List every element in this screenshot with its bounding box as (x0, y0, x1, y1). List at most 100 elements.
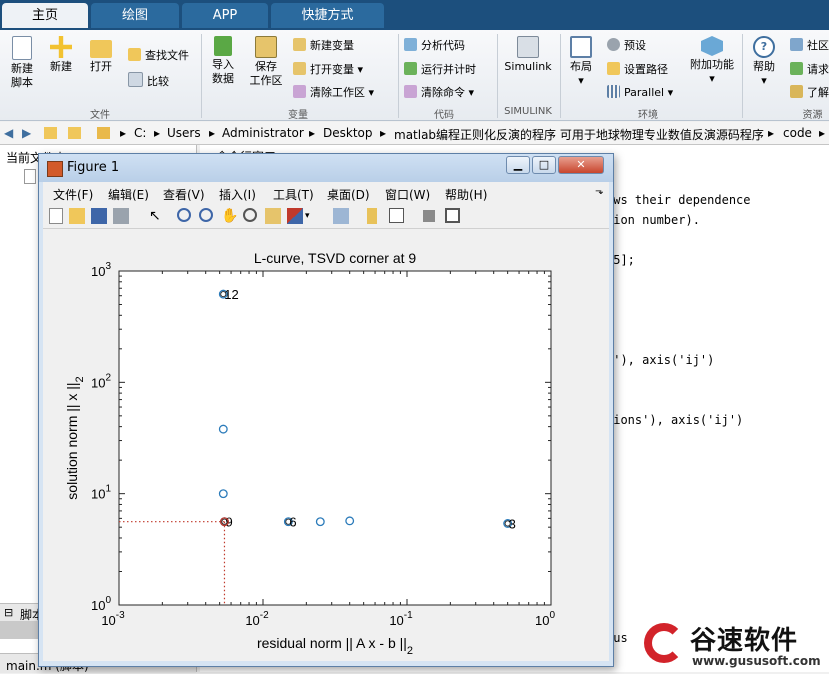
current-folder-address-bar[interactable]: ◀ ▶ ▸ C: ▸ Users ▸ Administrator ▸ Deskt… (0, 122, 829, 145)
community-link[interactable]: 社区 (790, 38, 829, 53)
up-folder-icon[interactable] (44, 127, 57, 139)
analyze-code-label: 分析代码 (421, 39, 465, 52)
open-variable-button[interactable]: 打开变量 ▾ (293, 62, 363, 77)
open-file-icon[interactable] (69, 208, 85, 224)
link-plot-icon[interactable] (333, 208, 349, 224)
breadcrumb-chevron-icon: ▸ (154, 126, 161, 140)
analyze-code-button[interactable]: 分析代码 (404, 38, 465, 53)
y-axis-label: solution norm || x ||2 (64, 376, 86, 499)
parallel-button[interactable]: Parallel ▾ (607, 85, 673, 100)
community-icon (790, 38, 803, 51)
run-time-label: 运行并计时 (421, 63, 476, 76)
set-path-button[interactable]: 设置路径 (607, 62, 668, 77)
breadcrumb-segment[interactable]: Users (167, 126, 201, 140)
ribbon-tab-bar: 主页 绘图 APP 快捷方式 (0, 0, 829, 30)
new-script-label: 新建 脚本 (11, 62, 33, 89)
clear-commands-button[interactable]: 清除命令 ▾ (404, 85, 474, 100)
help-button[interactable]: ? 帮助 ▾ (748, 36, 780, 88)
collapse-icon[interactable]: ⊟ (4, 606, 13, 619)
back-arrow-icon[interactable]: ◀ (4, 126, 13, 140)
data-cursor-icon[interactable] (265, 208, 281, 224)
new-figure-icon[interactable] (49, 208, 63, 224)
request-link[interactable]: 请求 (790, 62, 829, 77)
open-label: 打开 (90, 60, 112, 73)
brush-dropdown-icon[interactable]: ▾ (305, 208, 321, 224)
y-tick-label: 102 (91, 372, 111, 390)
x-tick-label: 100 (535, 610, 555, 628)
tab-plots[interactable]: 绘图 (91, 3, 179, 28)
addons-button[interactable]: 附加功能 ▾ (688, 36, 736, 86)
breadcrumb-segment[interactable]: code (783, 126, 812, 140)
data-point-label: 3 (509, 516, 516, 531)
simulink-button[interactable]: Simulink (502, 36, 554, 74)
plot-axes[interactable] (118, 270, 552, 606)
colorbar-icon[interactable] (367, 208, 377, 224)
menu-window[interactable]: 窗口(W) (385, 186, 430, 203)
menu-file[interactable]: 文件(F) (53, 186, 93, 203)
preferences-label: 预设 (624, 39, 646, 52)
y-tick-label: 103 (91, 261, 111, 279)
import-data-label: 导入 数据 (212, 58, 234, 85)
command-output-line: s'), axis('ij') (606, 353, 715, 367)
figure-toolbar: ↖ ✋ ▾ (43, 204, 609, 229)
matlab-figure-icon (47, 161, 63, 177)
preferences-button[interactable]: 预设 (607, 38, 646, 53)
new-label: 新建 (50, 60, 72, 73)
open-variable-label: 打开变量 (310, 63, 354, 76)
menu-desktop[interactable]: 桌面(D) (327, 186, 370, 203)
analyze-code-icon (404, 38, 417, 51)
import-data-button[interactable]: 导入 数据 (206, 36, 240, 86)
open-variable-icon (293, 62, 306, 75)
breadcrumb-segment[interactable]: C: (134, 126, 146, 140)
close-button[interactable]: ✕ (558, 156, 604, 174)
rotate-3d-icon[interactable] (243, 208, 257, 222)
tab-shortcuts[interactable]: 快捷方式 (271, 3, 384, 28)
save-icon[interactable] (91, 208, 107, 224)
breadcrumb-segment[interactable]: Administrator (222, 126, 304, 140)
clear-workspace-button[interactable]: 清除工作区 ▾ (293, 85, 374, 100)
legend-icon[interactable] (389, 208, 404, 223)
layout-button[interactable]: 布局 ▾ (565, 36, 597, 88)
request-icon (790, 62, 803, 75)
print-icon[interactable] (113, 208, 129, 224)
menu-edit[interactable]: 编辑(E) (108, 186, 149, 203)
menu-view[interactable]: 查看(V) (163, 186, 205, 203)
menu-tools[interactable]: 工具(T) (273, 186, 314, 203)
figure-title-bar[interactable]: Figure 1 ▁ □ ✕ (39, 154, 613, 182)
open-button[interactable]: 打开 (84, 36, 118, 74)
forward-arrow-icon[interactable]: ▶ (22, 126, 31, 140)
command-output-line: ows their dependence (606, 193, 751, 207)
breadcrumb-segment[interactable]: matlab编程正则化反演的程序 可用于地球物理专业数值反演源码程序 (394, 126, 764, 143)
save-workspace-button[interactable]: 保存 工作区 (246, 36, 286, 88)
file-icon (24, 169, 36, 184)
new-variable-button[interactable]: 新建变量 (293, 38, 354, 53)
minimize-button[interactable]: ▁ (506, 156, 530, 174)
zoom-in-icon[interactable] (177, 208, 191, 222)
tab-home[interactable]: 主页 (2, 3, 88, 28)
run-time-button[interactable]: 运行并计时 (404, 62, 476, 77)
watermark: 谷速软件 www.gususoft.com (640, 618, 829, 672)
zoom-out-icon[interactable] (199, 208, 213, 222)
group-label-variable: 变量 (288, 110, 308, 121)
menu-insert[interactable]: 插入(I) (219, 186, 256, 203)
pan-hand-icon[interactable]: ✋ (221, 208, 238, 224)
tab-apps[interactable]: APP (182, 3, 268, 28)
breadcrumb-segment[interactable]: Desktop (323, 126, 373, 140)
figure-title: Figure 1 (67, 160, 120, 175)
hide-plot-tools-icon[interactable] (423, 210, 435, 222)
help-label: 帮助 (753, 60, 775, 73)
compare-button[interactable]: 比较 (128, 72, 169, 89)
menu-help[interactable]: 帮助(H) (445, 186, 487, 203)
find-files-button[interactable]: 查找文件 (128, 48, 189, 63)
maximize-button[interactable]: □ (532, 156, 556, 174)
learn-link[interactable]: 了解 (790, 85, 829, 100)
pointer-icon[interactable]: ↖ (149, 208, 165, 224)
new-script-button[interactable]: 新建 脚本 (6, 36, 38, 90)
dock-arrow-icon[interactable]: ⬎ (595, 186, 603, 197)
clear-commands-label: 清除命令 (421, 86, 465, 99)
figure-window[interactable]: Figure 1 ▁ □ ✕ 文件(F) 编辑(E) 查看(V) 插入(I) 工… (38, 153, 614, 667)
show-plot-tools-icon[interactable] (445, 208, 460, 223)
new-button[interactable]: 新建 (44, 36, 78, 74)
browse-folder-icon[interactable] (68, 127, 81, 139)
brush-icon[interactable] (287, 208, 303, 224)
